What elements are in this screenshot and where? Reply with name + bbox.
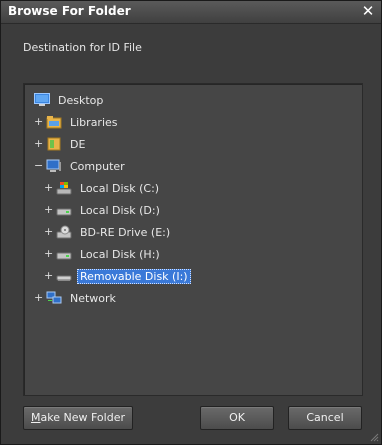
tree-item-label: Local Disk (C:) [80, 181, 160, 195]
close-button[interactable]: ✕ [359, 2, 377, 20]
hard-drive-icon [56, 203, 72, 217]
tree-item-network[interactable]: + Network [34, 289, 119, 307]
tree-item-label: Computer [70, 159, 125, 173]
tree-item-local-disk-d[interactable]: + Local Disk (D:) [44, 201, 163, 219]
expand-toggle[interactable]: + [34, 289, 43, 307]
tree-item-label: Network [70, 291, 116, 305]
tree-item-local-disk-c[interactable]: + Local Disk (C:) [44, 179, 162, 197]
removable-drive-icon [56, 269, 72, 283]
tree-item-label-selected: Removable Disk (I:) [77, 268, 191, 284]
cancel-button[interactable]: Cancel [288, 406, 362, 430]
tree-item-label: Local Disk (H:) [80, 247, 160, 261]
collapse-toggle[interactable]: − [34, 157, 43, 175]
user-folder-icon [46, 137, 62, 151]
optical-drive-icon [56, 225, 72, 239]
button-label: ake New Folder [40, 411, 125, 424]
window-title: Browse For Folder [8, 4, 131, 18]
tree-item-removable-disk-i[interactable]: + Removable Disk (I:) [44, 267, 191, 285]
close-icon: ✕ [361, 2, 375, 20]
hard-drive-icon [56, 247, 72, 261]
tree-item-computer[interactable]: − Computer [34, 157, 128, 175]
tree-item-label: Libraries [70, 115, 118, 129]
computer-icon [46, 159, 62, 173]
tree-item-label: BD-RE Drive (E:) [80, 225, 171, 239]
button-label: Cancel [306, 411, 344, 424]
dialog-prompt: Destination for ID File [23, 41, 142, 54]
tree-item-de[interactable]: + DE [34, 135, 88, 153]
accelerator-key: M [31, 411, 41, 424]
button-label: OK [229, 411, 245, 424]
expand-toggle[interactable]: + [44, 201, 53, 219]
tree-item-label: DE [70, 137, 86, 151]
folder-tree[interactable]: Desktop + Libraries + DE − Computer + Lo… [23, 83, 363, 396]
ok-button[interactable]: OK [200, 406, 274, 430]
tree-item-label: Desktop [58, 93, 104, 107]
expand-toggle[interactable]: + [34, 113, 43, 131]
tree-item-local-disk-h[interactable]: + Local Disk (H:) [44, 245, 163, 263]
libraries-icon [46, 115, 62, 129]
network-icon [46, 291, 62, 305]
browse-for-folder-dialog: Browse For Folder ✕ Destination for ID F… [0, 0, 382, 445]
expand-toggle[interactable]: + [44, 223, 53, 241]
make-new-folder-button[interactable]: Make New Folder [23, 406, 133, 430]
expand-toggle[interactable]: + [44, 245, 53, 263]
tree-item-label: Local Disk (D:) [80, 203, 160, 217]
expand-toggle[interactable]: + [34, 135, 43, 153]
title-bar[interactable]: Browse For Folder ✕ [1, 1, 381, 24]
resize-grip-icon[interactable] [369, 432, 379, 442]
expand-toggle[interactable]: + [44, 267, 53, 285]
desktop-icon [34, 93, 50, 107]
tree-item-desktop[interactable]: Desktop [34, 91, 106, 109]
expand-toggle[interactable]: + [44, 179, 53, 197]
system-drive-icon [56, 181, 72, 195]
tree-item-libraries[interactable]: + Libraries [34, 113, 121, 131]
tree-item-bd-re-drive-e[interactable]: + BD-RE Drive (E:) [44, 223, 173, 241]
